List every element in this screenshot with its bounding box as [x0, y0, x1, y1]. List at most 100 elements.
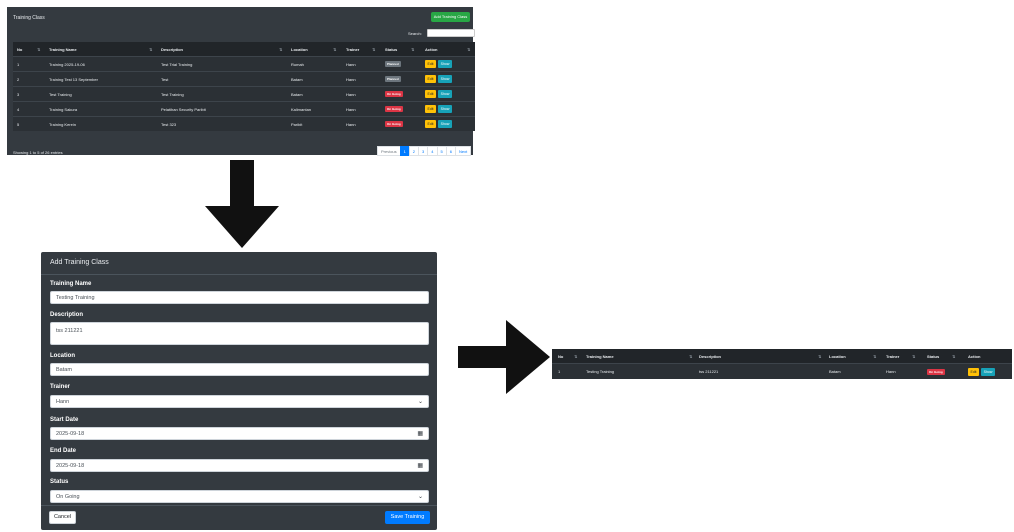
pagination: Previous 1 2 3 4 5 6 Next — [377, 146, 472, 156]
column-header-action[interactable]: Action — [968, 349, 980, 363]
description-textarea[interactable]: tss 211221 — [50, 322, 429, 345]
cell-description: Test Trial Training — [161, 61, 193, 67]
sort-arrows-icon[interactable]: ⇅ — [149, 42, 152, 56]
modal-title: Add Training Class — [50, 259, 109, 266]
sort-arrows-icon[interactable]: ⇅ — [333, 42, 336, 56]
edit-button[interactable]: Edit — [425, 60, 436, 68]
cell-location: Batam — [291, 76, 303, 82]
description-label: Description — [50, 312, 84, 318]
end-date-value: 2025-09-18 — [56, 462, 85, 469]
show-button[interactable]: Show — [981, 367, 995, 376]
status-label: Status — [50, 479, 69, 485]
start-date-input[interactable]: 2025-09-18 ▦ — [50, 427, 429, 440]
show-button[interactable]: Show — [438, 60, 452, 68]
location-label: Location — [50, 353, 75, 359]
cell-location: Rumah — [291, 61, 304, 67]
table-row: 4 Training Sakura Pelatihan Security Par… — [13, 101, 475, 116]
cell-trainer: Hann — [346, 61, 356, 67]
show-button[interactable]: Show — [438, 105, 452, 113]
column-header-status[interactable]: Status — [385, 42, 397, 56]
column-header-description[interactable]: Description — [699, 349, 721, 363]
column-header-action[interactable]: Action — [425, 42, 437, 56]
chevron-down-icon: ⌄ — [417, 494, 423, 500]
column-header-training-name[interactable]: Training Name — [586, 349, 614, 363]
sort-arrows-icon[interactable]: ⇅ — [37, 42, 40, 56]
column-header-trainer[interactable]: Trainer — [346, 42, 359, 56]
sort-arrows-icon[interactable]: ⇅ — [952, 349, 955, 363]
cell-training-name: Training Test 13 September — [49, 76, 98, 82]
cell-no: 3 — [17, 91, 20, 97]
column-header-location[interactable]: Location — [829, 349, 846, 363]
cell-description: Test — [161, 76, 169, 82]
status-badge: On Going — [385, 121, 403, 127]
trainer-select[interactable]: Hann ⌄ — [50, 395, 429, 408]
save-training-button[interactable]: Save Training — [385, 511, 430, 524]
pagination-previous[interactable]: Previous — [377, 146, 401, 156]
trainer-value: Hann — [56, 398, 70, 405]
column-header-description[interactable]: Description — [161, 42, 183, 56]
edit-button[interactable]: Edit — [425, 120, 436, 128]
show-button[interactable]: Show — [438, 120, 452, 128]
search-input[interactable] — [427, 29, 475, 37]
sort-arrows-icon[interactable]: ⇅ — [279, 42, 282, 56]
sort-arrows-icon[interactable]: ⇅ — [818, 349, 821, 363]
modal-divider — [41, 274, 437, 275]
calendar-icon[interactable]: ▦ — [417, 460, 423, 471]
training-name-label: Training Name — [50, 281, 92, 287]
cell-location: Kalimantan — [291, 106, 312, 112]
cell-description: Test Training — [161, 91, 184, 97]
arrow-down-icon — [205, 160, 279, 248]
sort-arrows-icon[interactable]: ⇅ — [873, 349, 876, 363]
cell-training-name: Testing Training — [586, 369, 615, 374]
sort-arrows-icon[interactable]: ⇅ — [912, 349, 915, 363]
cell-location: Batam — [291, 91, 303, 97]
panel-title: Training Class — [13, 15, 45, 21]
training-name-input[interactable]: Testing Training — [50, 291, 429, 304]
sort-arrows-icon[interactable]: ⇅ — [467, 42, 470, 56]
modal-footer-divider — [41, 505, 437, 506]
table-header: No ⇅ Training Name ⇅ Description ⇅ Locat… — [13, 42, 475, 56]
table-row: 2 Training Test 13 September Test Batam … — [13, 71, 475, 86]
edit-button[interactable]: Edit — [425, 105, 436, 113]
column-header-status[interactable]: Status — [927, 349, 939, 363]
cell-location: Batam — [829, 369, 841, 374]
cell-no: 1 — [558, 369, 561, 374]
add-training-class-modal: Add Training Class Training Name Testing… — [41, 252, 437, 530]
calendar-icon[interactable]: ▦ — [417, 428, 423, 439]
status-badge: On Going — [385, 106, 403, 112]
sort-arrows-icon[interactable]: ⇅ — [689, 349, 692, 363]
show-button[interactable]: Show — [438, 90, 452, 98]
description-value: tss 211221 — [56, 328, 83, 334]
column-header-trainer[interactable]: Trainer — [886, 349, 899, 363]
cell-no: 2 — [17, 76, 20, 82]
cancel-button[interactable]: Cancel — [49, 511, 76, 524]
column-header-location[interactable]: Location — [291, 42, 308, 56]
result-table: No ⇅ Training Name ⇅ Description ⇅ Locat… — [552, 349, 1012, 379]
cell-training-name: Training 2025-19-06 — [49, 61, 85, 67]
sort-arrows-icon[interactable]: ⇅ — [574, 349, 577, 363]
edit-button[interactable]: Edit — [968, 367, 979, 376]
trainer-label: Trainer — [50, 384, 71, 390]
show-button[interactable]: Show — [438, 75, 452, 83]
status-badge: Planned — [385, 61, 401, 67]
status-select[interactable]: On Going ⌄ — [50, 490, 429, 503]
edit-button[interactable]: Edit — [425, 75, 436, 83]
status-value: On Going — [56, 493, 80, 500]
cell-trainer: Hann — [346, 121, 356, 127]
cell-no: 5 — [17, 121, 20, 127]
training-name-value: Testing Training — [56, 294, 95, 301]
edit-button[interactable]: Edit — [425, 90, 436, 98]
sort-arrows-icon[interactable]: ⇅ — [411, 42, 414, 56]
column-header-no[interactable]: No — [558, 349, 563, 363]
table-row: 1 Training 2025-19-06 Test Trial Trainin… — [13, 56, 475, 71]
cell-trainer: Hann — [346, 91, 356, 97]
location-value: Batam — [56, 366, 72, 373]
end-date-input[interactable]: 2025-09-18 ▦ — [50, 459, 429, 472]
column-header-training-name[interactable]: Training Name — [49, 42, 77, 56]
add-training-class-button[interactable]: Add Training Class — [431, 12, 470, 22]
table-header: No ⇅ Training Name ⇅ Description ⇅ Locat… — [552, 349, 1012, 363]
pagination-next[interactable]: Next — [454, 146, 472, 156]
column-header-no[interactable]: No — [17, 42, 22, 56]
sort-arrows-icon[interactable]: ⇅ — [372, 42, 375, 56]
location-input[interactable]: Batam — [50, 363, 429, 376]
